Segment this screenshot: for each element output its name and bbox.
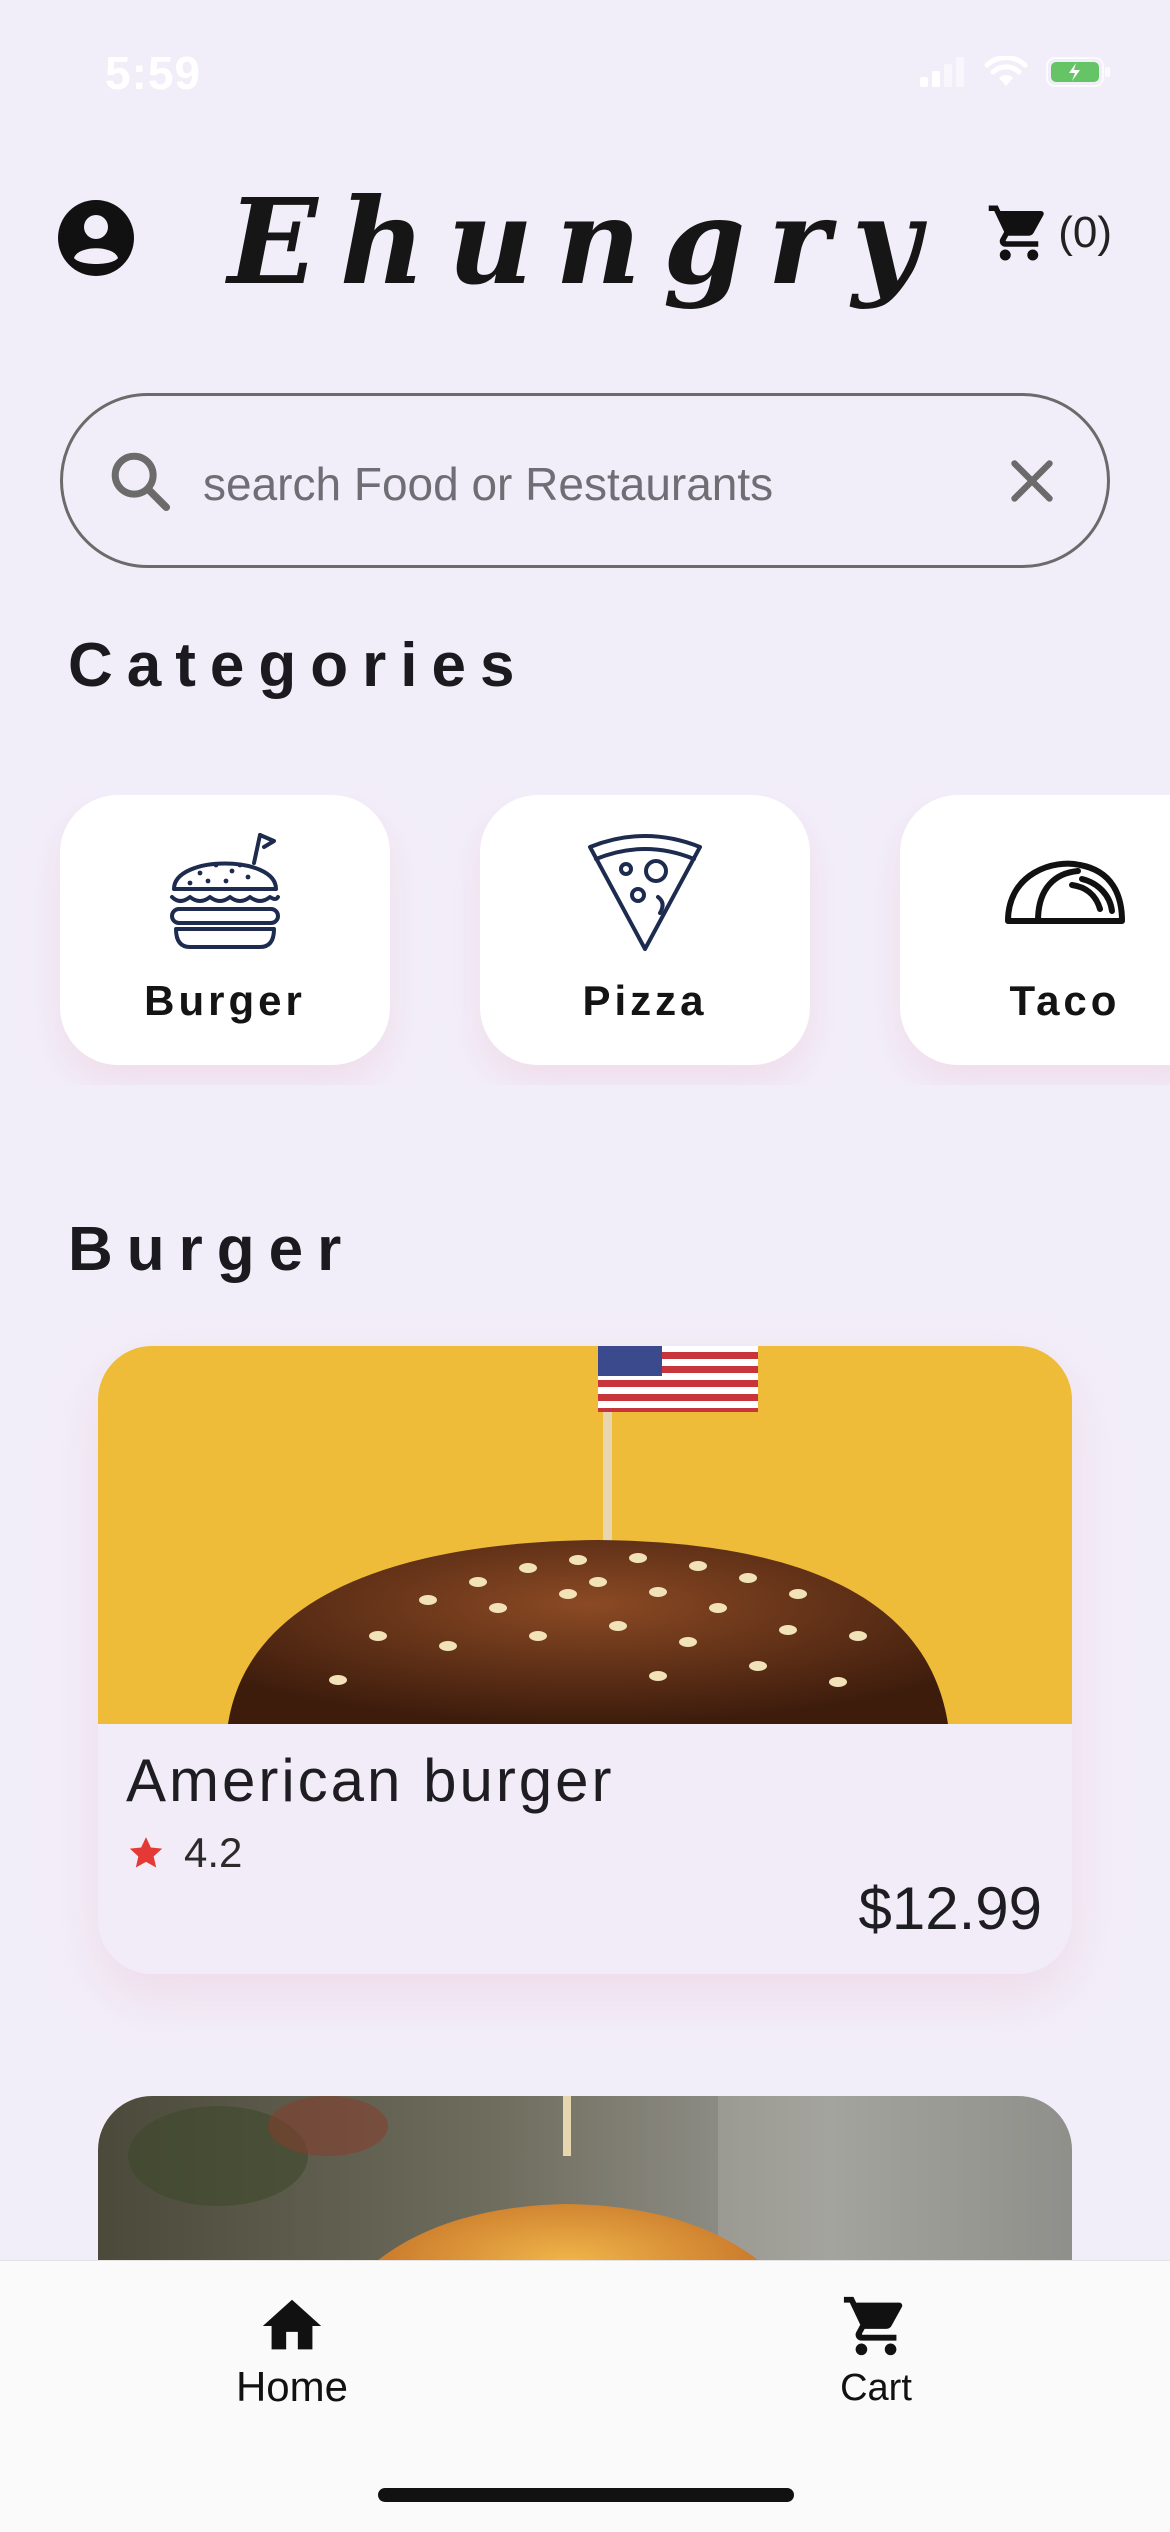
status-icons bbox=[920, 56, 1112, 88]
battery-charging-icon bbox=[1046, 57, 1110, 87]
rating-value: 4.2 bbox=[184, 1829, 243, 1876]
status-bar: 5:59 bbox=[0, 0, 1170, 150]
food-name: American burger bbox=[126, 1747, 615, 1814]
category-burger[interactable]: Burger bbox=[60, 795, 390, 1065]
food-photo bbox=[98, 1346, 1072, 1724]
shopping-cart-icon bbox=[843, 2296, 903, 2356]
signal-icon bbox=[920, 57, 964, 87]
star-icon bbox=[129, 1837, 163, 1868]
nav-home[interactable]: Home bbox=[192, 2291, 392, 2411]
category-taco[interactable]: Taco bbox=[900, 795, 1170, 1065]
close-icon[interactable] bbox=[997, 446, 1067, 516]
pizza-icon bbox=[588, 834, 702, 951]
taco-icon bbox=[1005, 860, 1125, 924]
category-label: Burger bbox=[144, 977, 306, 1024]
home-icon bbox=[262, 2299, 322, 2350]
nav-label: Home bbox=[235, 2363, 349, 2410]
shopping-cart-icon bbox=[988, 205, 1044, 261]
food-rating: 4.2 bbox=[126, 1829, 242, 1877]
section-title: Burger bbox=[68, 1215, 356, 1284]
search-bar[interactable] bbox=[60, 393, 1110, 568]
flag bbox=[598, 1346, 758, 1412]
food-price: $12.99 bbox=[858, 1875, 1042, 1942]
app-header: Ehungry (0) bbox=[0, 170, 1170, 311]
burger-icon bbox=[170, 833, 280, 949]
search-input[interactable] bbox=[203, 436, 1003, 531]
wifi-icon bbox=[984, 56, 1028, 86]
nav-cart[interactable]: Cart bbox=[776, 2291, 976, 2410]
nav-label: Cart bbox=[840, 2367, 912, 2409]
category-pizza[interactable]: Pizza bbox=[480, 795, 810, 1065]
categories-carousel[interactable]: Burger Pizza Taco bbox=[0, 795, 1170, 1085]
category-label: Pizza bbox=[582, 977, 708, 1024]
header-cart-button[interactable]: (0) bbox=[984, 200, 1112, 266]
home-indicator bbox=[378, 2488, 794, 2502]
status-time: 5:59 bbox=[105, 47, 202, 99]
category-label: Taco bbox=[1009, 977, 1121, 1024]
search-icon bbox=[111, 452, 171, 512]
categories-title: Categories bbox=[68, 631, 529, 700]
food-card-american-burger[interactable]: American burger 4.2 $12.99 bbox=[98, 1346, 1072, 1974]
cart-count: (0) bbox=[1058, 208, 1112, 257]
